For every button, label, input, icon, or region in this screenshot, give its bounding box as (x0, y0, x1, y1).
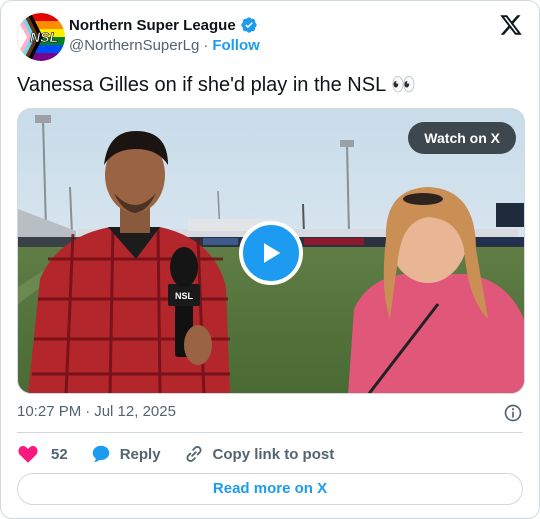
nsl-logo-icon: NSL (17, 13, 65, 61)
author-display-name[interactable]: Northern Super League (69, 17, 236, 34)
heart-icon (18, 445, 38, 463)
follow-button[interactable]: Follow (212, 37, 260, 54)
video-thumbnail[interactable]: NSL Watch on X (17, 108, 525, 394)
copy-link-button[interactable]: Copy link to post (183, 443, 335, 465)
reply-label: Reply (119, 445, 161, 463)
post-timestamp[interactable]: 10:27 PM · Jul 12, 2025 (17, 403, 176, 420)
timestamp-separator: · (85, 403, 91, 420)
post-time: 10:27 PM (17, 403, 82, 420)
author-avatar[interactable]: NSL (17, 13, 65, 61)
post-card: NSL Northern Super League @NorthernSuper… (0, 0, 540, 519)
reply-bubble-icon (92, 445, 109, 463)
play-button[interactable] (239, 221, 303, 285)
watch-on-x-button[interactable]: Watch on X (408, 122, 516, 154)
author-handle[interactable]: @NorthernSuperLg (69, 37, 199, 54)
action-bar: 52 Reply Copy link to post (17, 442, 356, 466)
copy-link-label: Copy link to post (212, 445, 335, 463)
like-button[interactable]: 52 (17, 443, 68, 465)
reply-button[interactable]: Reply (90, 443, 161, 465)
like-count: 52 (51, 445, 68, 463)
info-icon[interactable] (503, 403, 523, 423)
svg-text:NSL: NSL (175, 291, 194, 301)
post-date: Jul 12, 2025 (94, 403, 176, 420)
divider (17, 432, 523, 433)
play-icon (264, 243, 281, 263)
tweet-text: Vanessa Gilles on if she'd play in the N… (17, 74, 416, 96)
read-more-button[interactable]: Read more on X (17, 473, 523, 505)
handle-separator: · (203, 37, 209, 54)
svg-text:NSL: NSL (30, 29, 58, 45)
link-icon (186, 446, 202, 462)
x-logo-icon[interactable] (499, 13, 523, 37)
verified-badge-icon (241, 17, 257, 33)
